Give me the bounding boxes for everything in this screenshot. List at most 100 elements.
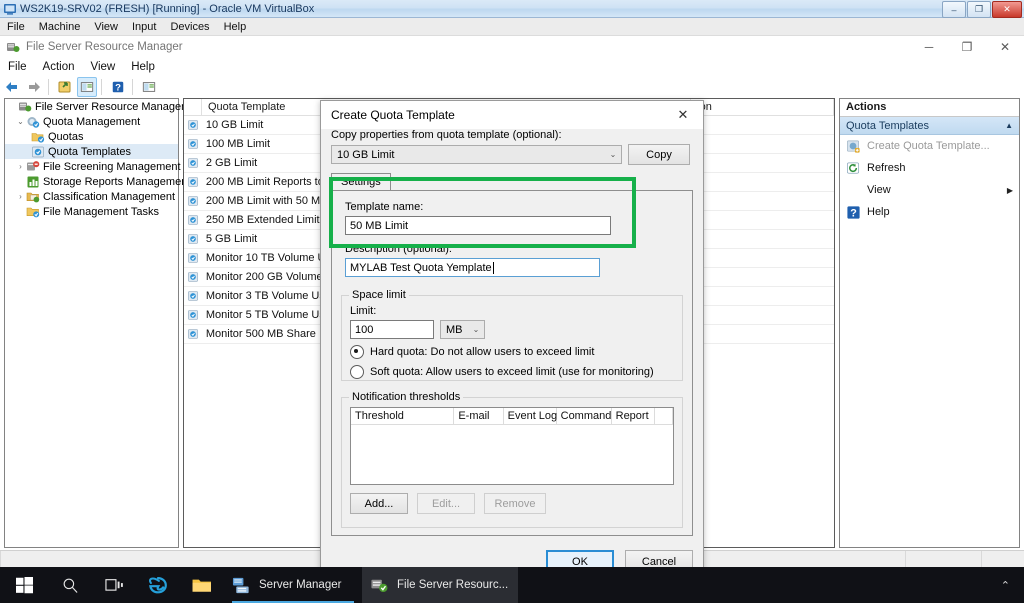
fsrm-close-button[interactable]: ✕ (986, 36, 1024, 58)
cancel-button[interactable]: Cancel (625, 550, 693, 567)
actions-pane: Actions Quota Templates ▲ Create Quota T… (839, 98, 1020, 548)
fsrm-minimize-button[interactable]: ─ (910, 36, 948, 58)
hard-quota-radio[interactable] (350, 345, 364, 359)
soft-quota-radio-row[interactable]: Soft quota: Allow users to exceed limit … (350, 365, 674, 379)
tree-item-storage-reports[interactable]: Storage Reports Management (5, 174, 190, 189)
tab-settings[interactable]: Settings (331, 173, 391, 190)
chevron-up-icon[interactable]: ▲ (1005, 121, 1013, 130)
copy-properties-label: Copy properties from quota template (opt… (331, 129, 562, 141)
tree-twisty-collapsed-2[interactable]: › (15, 192, 26, 201)
fsrm-window-title: File Server Resource Manager (26, 41, 183, 53)
taskbar-item-server-manager[interactable]: Server Manager (224, 567, 362, 603)
vbox-menu-input[interactable]: Input (125, 18, 163, 36)
quota-template-icon (31, 145, 45, 159)
fsrm-menubar: File Action View Help (0, 58, 1024, 76)
view-no-icon (846, 183, 861, 198)
close-icon[interactable]: ✕ (663, 101, 703, 129)
sidebar-item-quota-templates[interactable]: Quota Templates (5, 144, 178, 159)
fsrm-menu-help[interactable]: Help (123, 58, 163, 76)
list-column-description[interactable]: ion (691, 99, 834, 115)
show-hide-console-tree-icon[interactable] (55, 77, 75, 97)
search-icon[interactable] (48, 567, 92, 603)
vbox-maximize-button[interactable]: ❐ (967, 1, 991, 18)
taskbar-item-label: File Server Resourc... (397, 579, 509, 591)
tree-twisty-collapsed[interactable]: › (15, 162, 26, 171)
hard-quota-radio-row[interactable]: Hard quota: Do not allow users to exceed… (350, 345, 674, 359)
task-view-icon[interactable] (92, 567, 136, 603)
show-hide-action-pane-icon[interactable] (77, 77, 97, 97)
internet-explorer-icon[interactable] (136, 567, 180, 603)
action-label: Help (867, 206, 890, 218)
thresholds-header: Threshold E-mail Event Log Command Repor… (351, 408, 673, 425)
action-help[interactable]: ? Help (840, 201, 1019, 223)
taskbar-item-file-server-resource-manager[interactable]: File Server Resourc... (362, 567, 519, 603)
tree-twisty-expanded[interactable]: ⌄ (15, 117, 26, 126)
vbox-menu-help[interactable]: Help (217, 18, 254, 36)
export-list-icon[interactable] (139, 77, 159, 97)
threshold-col-report[interactable]: Report (612, 408, 655, 424)
tree-item-file-screening[interactable]: › File Screening Management (5, 159, 180, 174)
tree-item-fsrm-local[interactable]: File Server Resource Manager (Local) (5, 99, 221, 114)
action-refresh[interactable]: Refresh (840, 157, 1019, 179)
ok-button[interactable]: OK (546, 550, 614, 567)
taskbar: Server Manager File Server Resourc... ⌃ (0, 567, 1024, 603)
description-input[interactable]: MYLAB Test Quota Yemplate (345, 258, 600, 277)
quota-template-icon (184, 309, 202, 321)
copy-button[interactable]: Copy (628, 144, 690, 165)
vbox-minimize-button[interactable]: – (942, 1, 966, 18)
vbox-menu-machine[interactable]: Machine (32, 18, 88, 36)
status-segment-2 (905, 551, 981, 567)
forward-arrow-icon[interactable] (24, 77, 44, 97)
file-explorer-icon[interactable] (180, 567, 224, 603)
chevron-down-icon[interactable]: ⌄ (605, 150, 621, 159)
tree-item-file-management-tasks[interactable]: File Management Tasks (5, 204, 178, 219)
quota-template-icon (184, 176, 202, 188)
action-label: Create Quota Template... (867, 140, 990, 152)
notification-thresholds-label: Notification thresholds (349, 391, 464, 403)
help-icon[interactable]: ? (108, 77, 128, 97)
table-cell-description (692, 191, 834, 211)
vbox-menu-view[interactable]: View (87, 18, 125, 36)
fsrm-menu-action[interactable]: Action (35, 58, 83, 76)
action-view[interactable]: View ▶ (840, 179, 1019, 201)
add-threshold-button[interactable]: Add... (350, 493, 408, 514)
tree-item-classification-management[interactable]: › Classification Management (5, 189, 178, 204)
limit-unit-value: MB (446, 323, 463, 336)
tree-item-quota-management[interactable]: ⌄ Quota Management (5, 114, 178, 129)
dialog-tabstrip: Settings (331, 173, 693, 190)
tree-item-quotas[interactable]: Quotas (5, 129, 178, 144)
action-create-quota-template[interactable]: Create Quota Template... (840, 135, 1019, 157)
vbox-close-button[interactable]: ✕ (992, 1, 1022, 18)
back-arrow-icon[interactable] (2, 77, 22, 97)
limit-row: 100 MB ⌄ (350, 320, 674, 339)
file-management-tasks-icon (26, 205, 40, 219)
threshold-col-event-log[interactable]: Event Log (504, 408, 557, 424)
threshold-col-threshold[interactable]: Threshold (351, 408, 455, 424)
windows-start-icon[interactable] (0, 567, 48, 603)
chevron-down-icon[interactable]: ⌄ (468, 325, 484, 334)
chevron-up-icon[interactable]: ⌃ (1001, 579, 1010, 592)
limit-input[interactable]: 100 (350, 320, 434, 339)
soft-quota-radio[interactable] (350, 365, 364, 379)
actions-group-header[interactable]: Quota Templates ▲ (840, 117, 1019, 135)
fsrm-menu-view[interactable]: View (83, 58, 124, 76)
virtualbox-titlebar: WS2K19-SRV02 (FRESH) [Running] - Oracle … (0, 0, 1024, 18)
list-column-icon[interactable] (184, 99, 202, 115)
copy-source-combobox[interactable]: 10 GB Limit ⌄ (331, 145, 622, 164)
template-name-label: Template name: (345, 201, 424, 213)
quota-template-icon (184, 119, 202, 131)
dialog-title: Create Quota Template (331, 108, 455, 122)
template-name-input[interactable]: 50 MB Limit (345, 216, 611, 235)
help-icon: ? (846, 205, 861, 220)
fsrm-menu-file[interactable]: File (0, 58, 35, 76)
taskbar-item-label: Server Manager (259, 579, 342, 591)
vbox-menu-devices[interactable]: Devices (163, 18, 216, 36)
threshold-col-email[interactable]: E-mail (454, 408, 504, 424)
threshold-col-command[interactable]: Command (557, 408, 612, 424)
vbox-menu-file[interactable]: File (0, 18, 32, 36)
fsrm-maximize-button[interactable]: ❐ (948, 36, 986, 58)
thresholds-buttons: Add... Edit... Remove (350, 493, 674, 514)
actions-pane-title: Actions (840, 99, 1019, 117)
limit-unit-combobox[interactable]: MB ⌄ (440, 320, 485, 339)
thresholds-list[interactable]: Threshold E-mail Event Log Command Repor… (350, 407, 674, 485)
